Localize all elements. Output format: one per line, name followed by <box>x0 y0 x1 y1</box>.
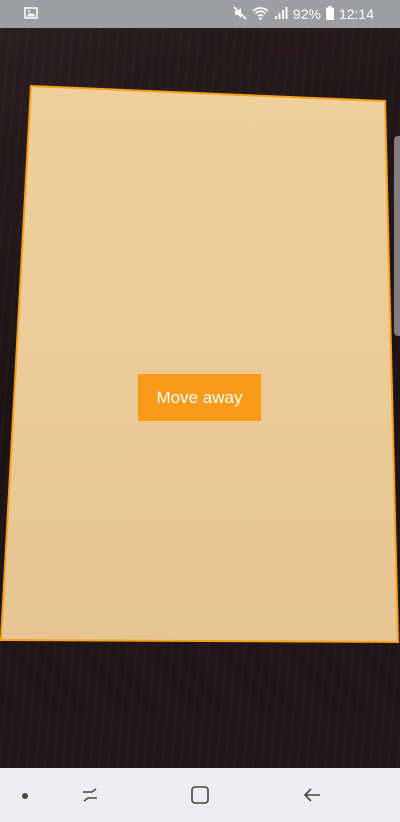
navigation-bar <box>0 768 400 822</box>
battery-icon <box>325 5 334 23</box>
recent-apps-icon[interactable] <box>76 781 104 809</box>
gallery-icon <box>24 6 38 20</box>
home-icon[interactable] <box>186 781 214 809</box>
back-icon[interactable] <box>298 781 326 809</box>
battery-percent: 92% <box>292 6 321 22</box>
nav-indicator-dot <box>22 793 28 799</box>
move-away-prompt[interactable]: Move away <box>138 374 261 421</box>
wifi-icon <box>252 6 269 23</box>
detected-document <box>0 84 400 644</box>
clock: 12:14 <box>338 6 374 22</box>
signal-icon <box>274 6 288 23</box>
status-bar: 92% 12:14 <box>0 0 400 28</box>
camera-scanner-screen: 92% 12:14 Move away <box>0 0 400 822</box>
mute-icon <box>233 5 247 23</box>
